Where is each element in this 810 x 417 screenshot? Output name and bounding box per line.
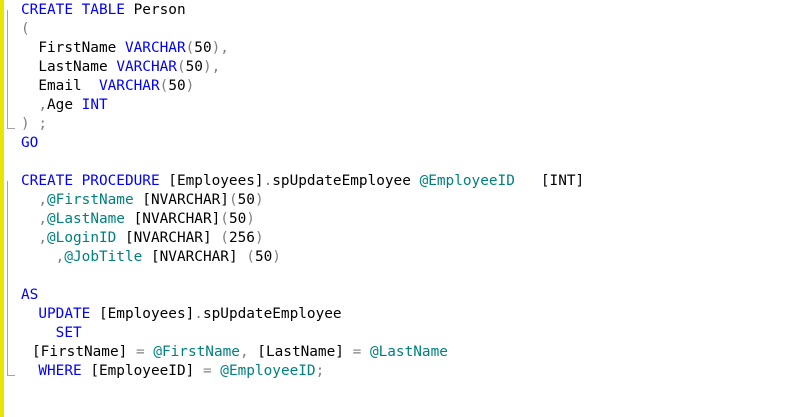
code-line: FirstName VARCHAR(50), [21,39,229,58]
code-token: SET [21,325,82,341]
code-line: Email VARCHAR(50) [21,77,194,96]
code-token: ( [228,192,238,208]
code-token: VARCHAR [98,78,160,94]
code-token: , [21,249,65,265]
code-line: ( [21,20,30,39]
code-token: @LoginID [47,230,117,246]
code-token: ) [272,249,281,265]
code-token: , [21,230,47,246]
code-token: ( [176,59,186,75]
code-token: VARCHAR [116,59,177,75]
code-token: [Employees] [90,306,195,322]
code-token: @FirstName [153,344,240,360]
code-token: = [352,344,362,360]
code-token: ( [21,21,30,37]
code-token: 50 [254,249,273,265]
code-token: ( [220,211,229,227]
code-token: Person [124,2,186,18]
code-token: ) [254,192,264,208]
code-token: GO [21,135,39,151]
code-token: Email [21,78,99,94]
code-line: ,@JobTitle [NVARCHAR] (50) [21,248,281,267]
code-token: ), [202,59,221,75]
code-token: [NVARCHAR] [142,249,247,265]
code-token: [NVARCHAR] [133,192,229,208]
code-token: ( [159,78,169,94]
code-line: ,@LastName [NVARCHAR](50) [21,210,255,229]
code-token: ) [254,230,264,246]
code-token: ( [220,230,229,246]
code-token: CREATE PROCEDURE [21,173,160,189]
code-token: ), [211,40,229,56]
code-token: FirstName [21,40,125,56]
code-line: AS [21,286,38,305]
code-token: @LastName [47,211,125,227]
code-token: [FirstName] [32,344,136,360]
outline-bracket-create-table[interactable] [7,10,15,129]
code-token: 50 [168,78,186,94]
code-token: = [202,363,212,379]
code-line: [FirstName] = @FirstName, [LastName] = @… [32,343,448,362]
sql-query-editor[interactable]: CREATE TABLE Person( FirstName VARCHAR(5… [0,0,810,417]
code-line: LastName VARCHAR(50), [21,58,220,77]
code-line: SET [21,324,82,343]
code-token: , [239,344,249,360]
code-token: ) ; [21,116,47,132]
change-tracking-bar [0,0,4,417]
code-token: @EmployeeID [220,363,316,379]
code-line: ,@LoginID [NVARCHAR] (256) [21,229,264,248]
code-token: [NVARCHAR] [116,230,221,246]
code-line: ,@FirstName [NVARCHAR](50) [21,191,264,210]
code-token: @JobTitle [64,249,143,265]
code-line: ,Age INT [21,96,108,115]
code-token: ) [246,211,255,227]
code-token: spUpdateEmployee [272,173,420,189]
code-token: LastName [21,59,117,75]
code-token: @EmployeeID [419,173,515,189]
code-token: . [194,306,203,322]
outline-bracket-create-procedure[interactable] [7,181,15,376]
code-token: , [21,211,47,227]
code-token: 50 [194,40,212,56]
code-token: , [21,97,47,113]
code-line: UPDATE [Employees].spUpdateEmployee [21,305,342,324]
code-token: Age [47,97,82,113]
code-token: ( [185,40,195,56]
code-token: spUpdateEmployee [202,306,342,322]
code-token: [INT] [514,173,585,189]
code-token: ; [315,363,325,379]
code-line: CREATE TABLE Person [21,1,186,20]
code-token: AS [21,287,39,303]
code-token: 50 [237,192,255,208]
code-token: [EmployeeID] [81,363,203,379]
code-token: 256 [228,230,255,246]
code-line: ) ; [21,115,47,134]
code-token: VARCHAR [124,40,186,56]
code-token: ) [185,78,195,94]
code-token: [NVARCHAR] [124,211,221,227]
code-token: 50 [185,59,203,75]
code-token: @LastName [369,344,448,360]
code-line: WHERE [EmployeeID] = @EmployeeID; [21,362,324,381]
code-token: ( [246,249,255,265]
code-token: [Employees] [159,173,264,189]
code-line: CREATE PROCEDURE [Employees].spUpdateEmp… [21,172,584,191]
code-token: WHERE [21,363,82,379]
code-token: @FirstName [47,192,134,208]
code-token: UPDATE [21,306,91,322]
code-token: = [135,344,145,360]
code-token: [LastName] [248,344,353,360]
code-token: . [263,173,273,189]
code-token: 50 [228,211,247,227]
code-token: INT [81,97,108,113]
code-line: GO [21,134,38,153]
code-token: , [21,192,47,208]
code-token: CREATE TABLE [21,2,125,18]
